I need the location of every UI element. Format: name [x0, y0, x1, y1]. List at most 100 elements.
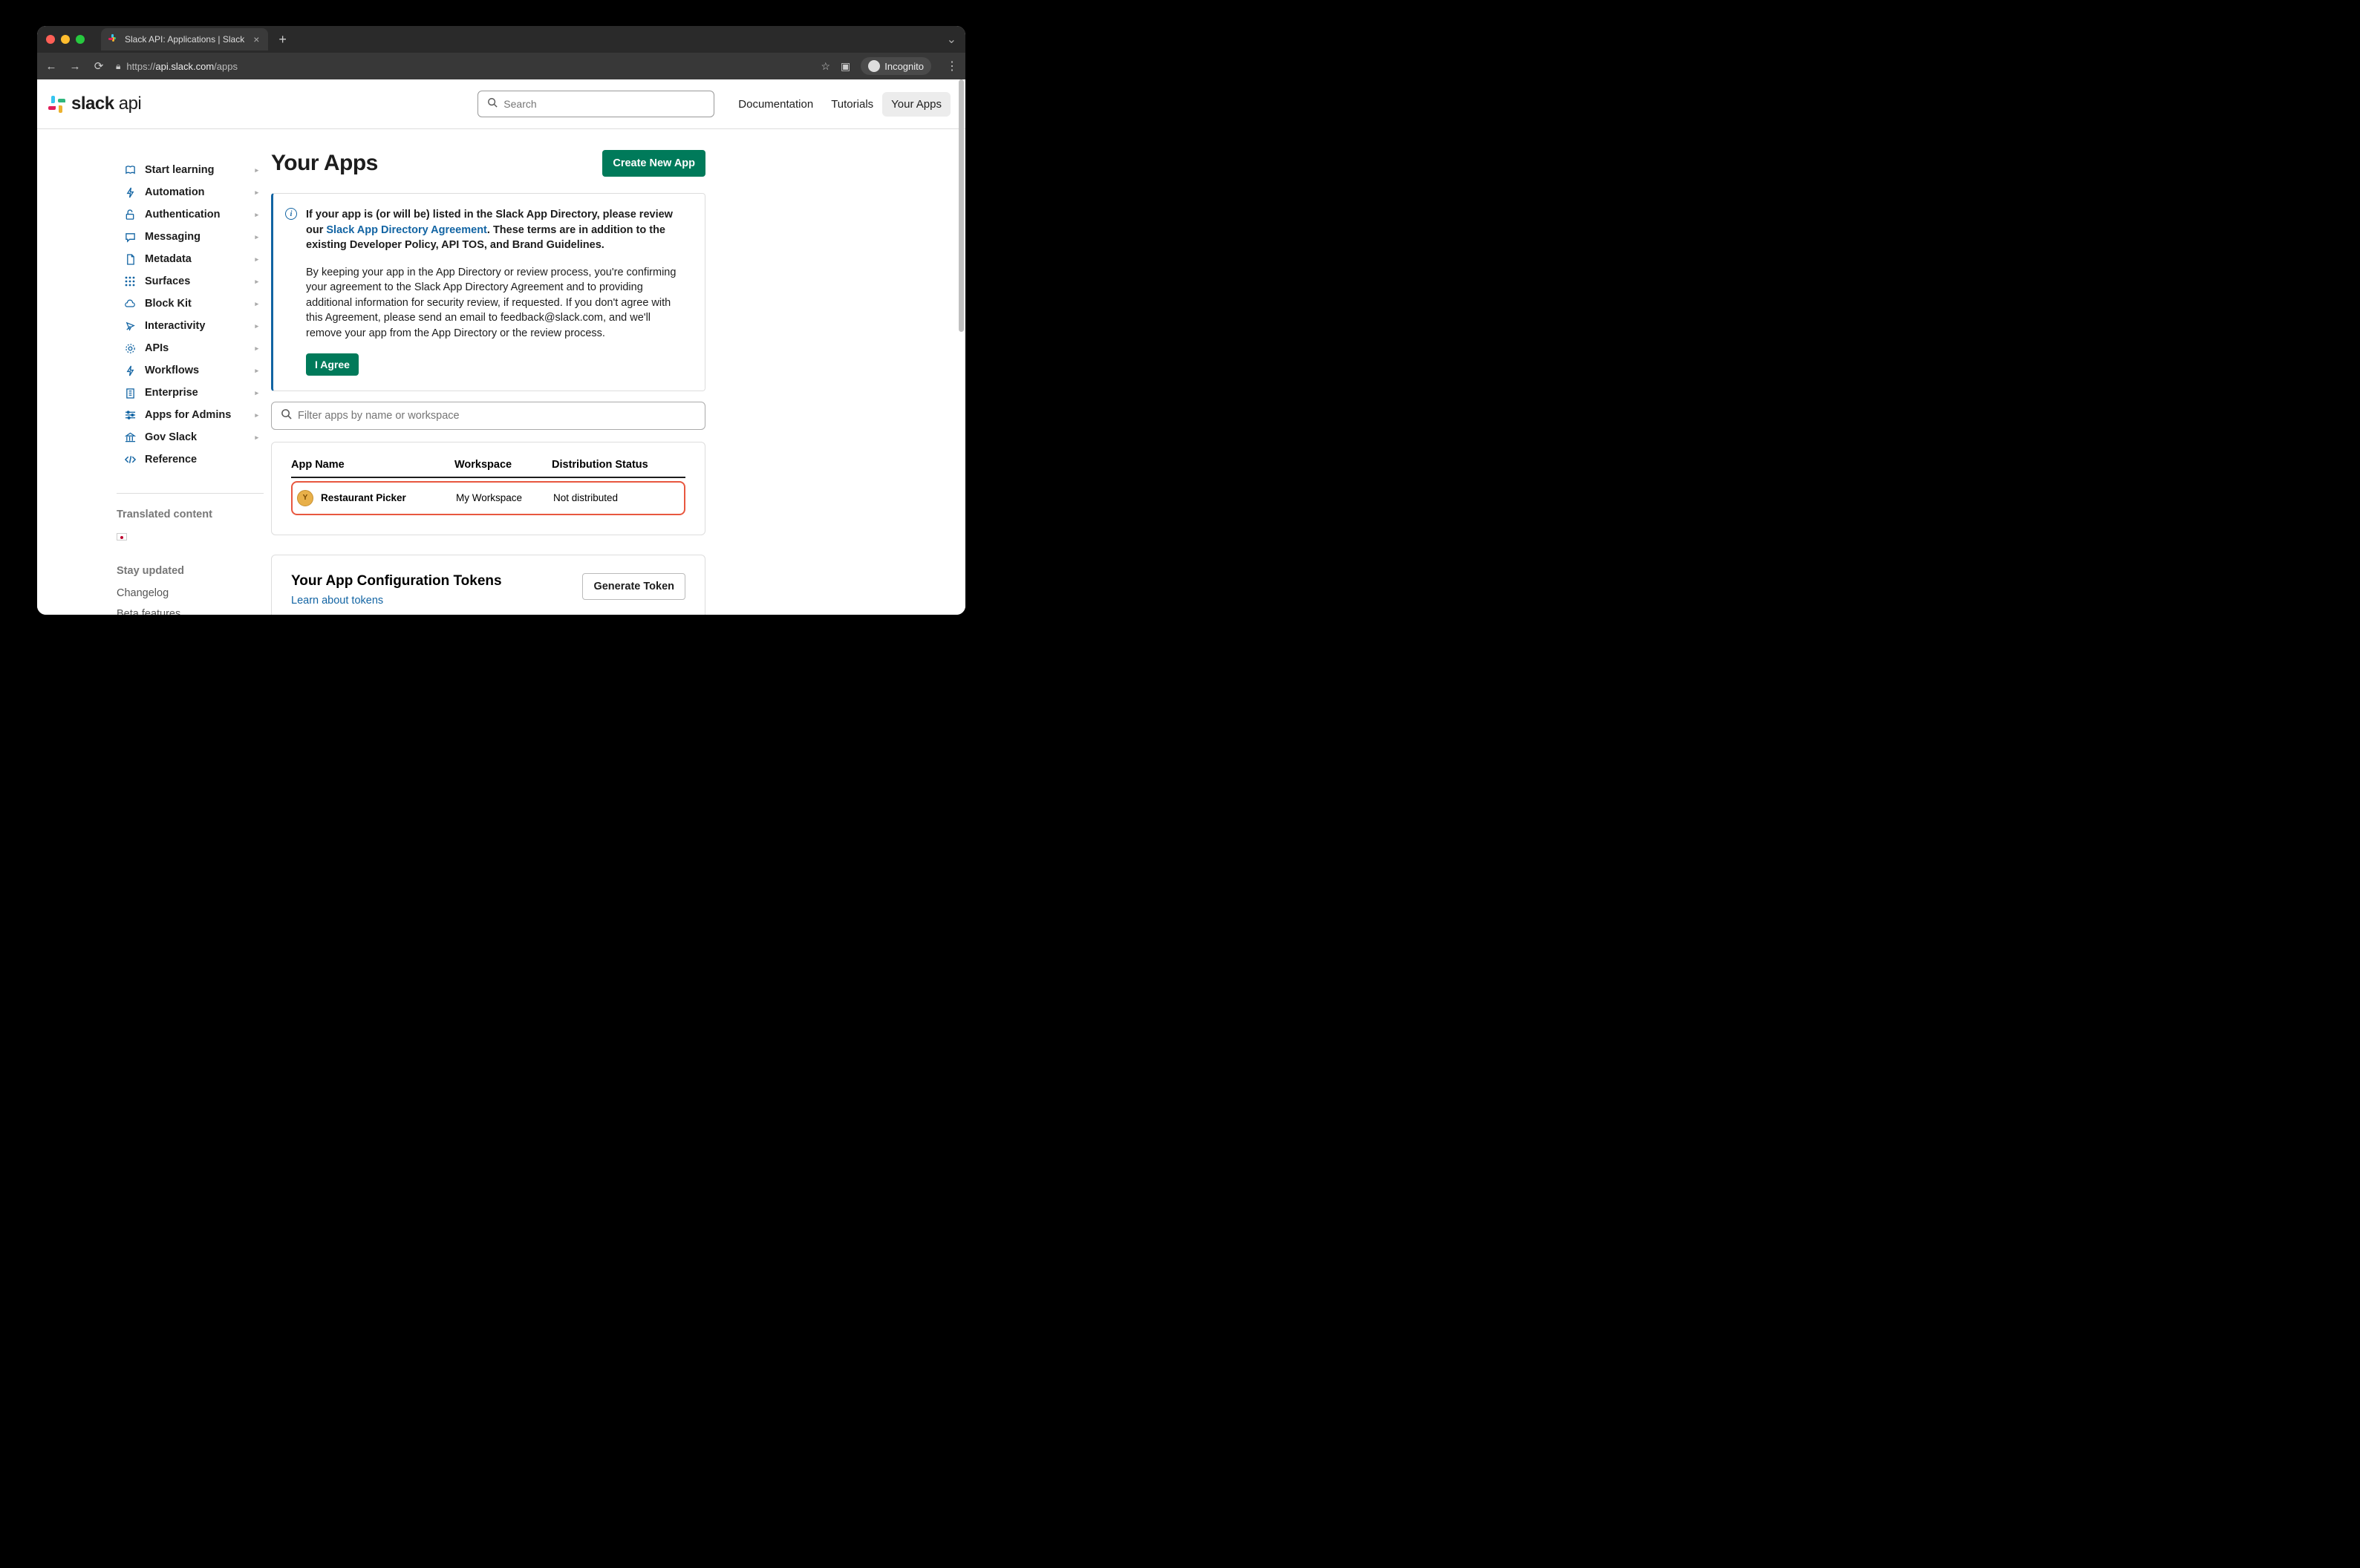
- search-icon: [487, 97, 498, 111]
- gov-icon: [124, 432, 136, 442]
- browser-window: Slack API: Applications | Slack × + ⌄ ← …: [37, 26, 965, 615]
- sidebar-item-surfaces[interactable]: Surfaces▸: [124, 270, 264, 293]
- create-new-app-button[interactable]: Create New App: [602, 150, 705, 177]
- sidebar-item-reference[interactable]: Reference: [124, 448, 264, 471]
- sidebar-item-automation[interactable]: Automation▸: [124, 181, 264, 203]
- chevron-right-icon: ▸: [255, 434, 258, 442]
- back-button[interactable]: ←: [45, 60, 58, 73]
- gear-icon: [124, 343, 136, 354]
- workspace-cell: My Workspace: [456, 492, 553, 503]
- main-content: Your Apps Create New App i If your app i…: [264, 129, 705, 615]
- book-icon: [124, 165, 136, 176]
- bookmark-star-icon[interactable]: ☆: [821, 60, 830, 73]
- search-icon: [281, 408, 292, 423]
- brand-logo[interactable]: slack api: [48, 94, 141, 114]
- sidebar-item-apps-for-admins[interactable]: Apps for Admins▸: [124, 404, 264, 426]
- cloud-icon: [124, 299, 136, 309]
- minimize-window-btn[interactable]: [61, 35, 70, 44]
- search-input[interactable]: [503, 98, 705, 110]
- reload-button[interactable]: ⟳: [92, 59, 105, 73]
- chevron-right-icon: ▸: [255, 322, 258, 330]
- learn-about-tokens-link[interactable]: Learn about tokens: [291, 595, 383, 607]
- extensions-icon[interactable]: ▣: [841, 60, 850, 73]
- sidebar-item-workflows[interactable]: Workflows▸: [124, 359, 264, 382]
- col-distribution-status: Distribution Status: [552, 459, 685, 471]
- generate-token-button[interactable]: Generate Token: [582, 573, 685, 600]
- notice-paragraph-1: If your app is (or will be) listed in th…: [306, 207, 688, 253]
- chevron-right-icon: ▸: [255, 255, 258, 264]
- config-tokens-card: Your App Configuration Tokens Learn abou…: [271, 555, 705, 615]
- page-header: slack api Documentation Tutorials Your A…: [37, 79, 965, 129]
- sidebar-item-enterprise[interactable]: Enterprise▸: [124, 382, 264, 404]
- stay-updated-heading: Stay updated: [117, 565, 264, 577]
- nav-documentation[interactable]: Documentation: [729, 92, 822, 117]
- status-cell: Not distributed: [553, 492, 618, 503]
- sidebar-item-metadata[interactable]: Metadata▸: [124, 248, 264, 270]
- tab-list-button[interactable]: ⌄: [947, 32, 956, 47]
- sidebar-link-changelog[interactable]: Changelog: [117, 587, 264, 599]
- browser-tab[interactable]: Slack API: Applications | Slack ×: [101, 28, 268, 50]
- bolt-icon: [124, 187, 136, 198]
- directory-agreement-link[interactable]: Slack App Directory Agreement: [326, 224, 487, 236]
- sidebar-item-start-learning[interactable]: Start learning▸: [124, 159, 264, 181]
- traffic-lights: [46, 35, 85, 44]
- chevron-right-icon: ▸: [255, 211, 258, 219]
- filter-input[interactable]: [298, 410, 696, 422]
- app-icon: Y: [297, 490, 313, 506]
- chevron-right-icon: ▸: [255, 300, 258, 308]
- page-content: slack api Documentation Tutorials Your A…: [37, 79, 965, 615]
- sidebar-item-block-kit[interactable]: Block Kit▸: [124, 293, 264, 315]
- chevron-right-icon: ▸: [255, 344, 258, 353]
- tab-title: Slack API: Applications | Slack: [125, 34, 244, 45]
- top-nav: Documentation Tutorials Your Apps: [729, 92, 951, 117]
- info-icon: i: [285, 208, 297, 220]
- browser-menu-icon[interactable]: ⋮: [946, 59, 958, 74]
- url-field[interactable]: https://api.slack.com/apps: [126, 61, 238, 72]
- chevron-right-icon: ▸: [255, 166, 258, 174]
- sidebar-link-beta-features[interactable]: Beta features: [117, 608, 264, 615]
- chevron-right-icon: ▸: [255, 411, 258, 419]
- chevron-right-icon: ▸: [255, 367, 258, 375]
- sidebar-item-gov-slack[interactable]: Gov Slack▸: [124, 426, 264, 448]
- nav-your-apps[interactable]: Your Apps: [882, 92, 951, 117]
- sidebar-item-authentication[interactable]: Authentication▸: [124, 203, 264, 226]
- bolt-icon: [124, 365, 136, 376]
- col-workspace: Workspace: [454, 459, 552, 471]
- tokens-title: Your App Configuration Tokens: [291, 573, 502, 589]
- titlebar: Slack API: Applications | Slack × + ⌄: [37, 26, 965, 53]
- tab-close-icon[interactable]: ×: [253, 33, 259, 45]
- col-app-name: App Name: [291, 459, 454, 471]
- cursor-icon: [124, 321, 136, 332]
- directory-agreement-notice: i If your app is (or will be) listed in …: [271, 193, 705, 391]
- incognito-badge[interactable]: Incognito: [861, 57, 931, 75]
- search-box[interactable]: [477, 91, 714, 117]
- close-window-btn[interactable]: [46, 35, 55, 44]
- lock-icon[interactable]: 🔒︎: [116, 61, 120, 72]
- incognito-icon: [868, 60, 880, 72]
- sliders-icon: [124, 410, 136, 420]
- chevron-right-icon: ▸: [255, 278, 258, 286]
- notice-paragraph-2: By keeping your app in the App Directory…: [306, 265, 688, 342]
- app-row-restaurant-picker[interactable]: YRestaurant Picker My Workspace Not dist…: [291, 481, 685, 515]
- building-icon: [124, 388, 136, 399]
- sidebar-item-messaging[interactable]: Messaging▸: [124, 226, 264, 248]
- sidebar-item-interactivity[interactable]: Interactivity▸: [124, 315, 264, 337]
- sidebar-item-apis[interactable]: APIs▸: [124, 337, 264, 359]
- scrollbar-thumb[interactable]: [959, 79, 964, 332]
- code-icon: [124, 455, 136, 464]
- i-agree-button[interactable]: I Agree: [306, 353, 359, 376]
- new-tab-button[interactable]: +: [278, 32, 287, 48]
- file-icon: [124, 254, 136, 265]
- nav-tutorials[interactable]: Tutorials: [822, 92, 882, 117]
- table-header: App Name Workspace Distribution Status: [291, 459, 685, 478]
- page-title: Your Apps: [271, 151, 378, 176]
- message-icon: [124, 232, 136, 243]
- chevron-right-icon: ▸: [255, 233, 258, 241]
- japan-flag-icon[interactable]: [117, 533, 127, 540]
- filter-box[interactable]: [271, 402, 705, 430]
- sidebar: Start learning▸ Automation▸ Authenticati…: [37, 129, 264, 615]
- lock-icon: [124, 209, 136, 220]
- forward-button[interactable]: →: [68, 60, 82, 73]
- tab-favicon: [108, 34, 119, 45]
- maximize-window-btn[interactable]: [76, 35, 85, 44]
